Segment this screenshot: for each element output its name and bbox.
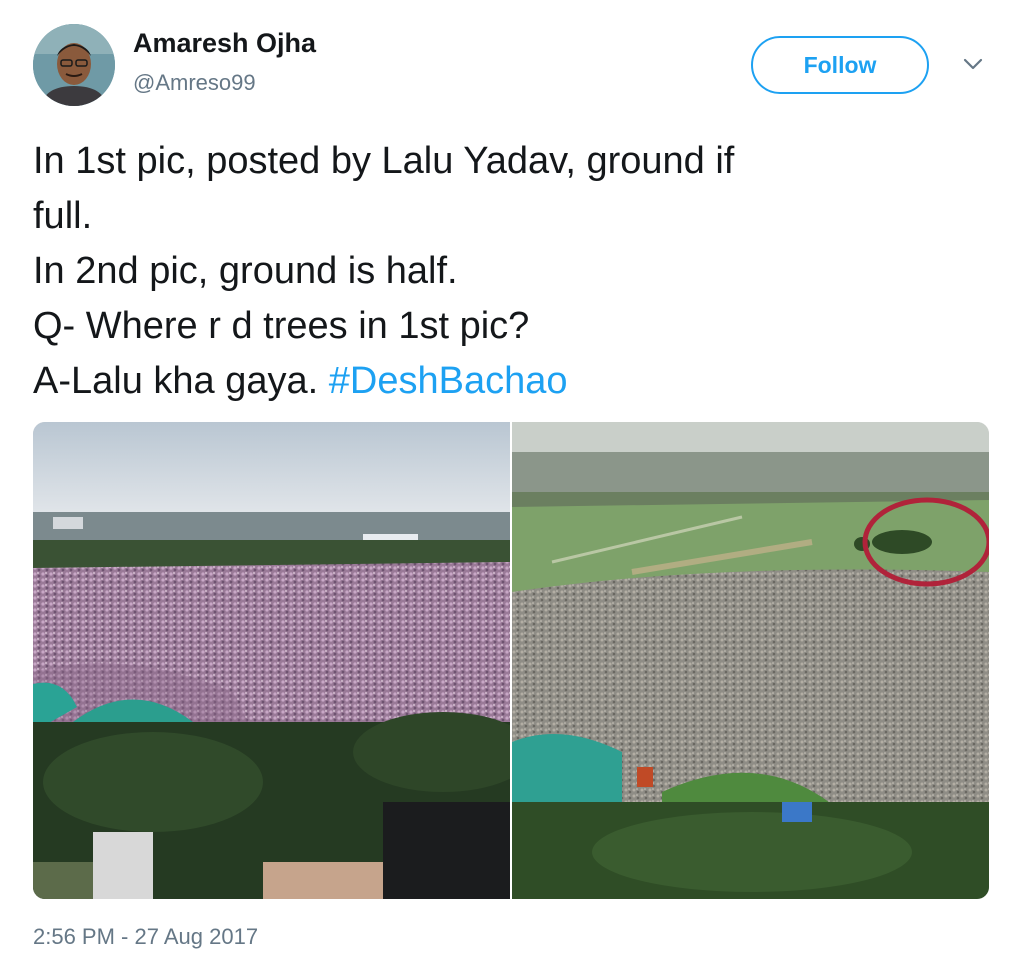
author-handle[interactable]: @Amreso99 bbox=[133, 70, 256, 96]
tweet-line-last: A-Lalu kha gaya. #DeshBachao bbox=[33, 354, 963, 409]
photo-crowd-half[interactable] bbox=[512, 422, 989, 899]
tweet-line: full. bbox=[33, 195, 93, 237]
photo-crowd-full[interactable] bbox=[33, 422, 510, 899]
tweet-card: Amaresh Ojha @Amreso99 Follow In 1st pic… bbox=[0, 0, 1024, 973]
hashtag-link[interactable]: #DeshBachao bbox=[329, 360, 568, 402]
tweet-line: In 1st pic, posted by Lalu Yadav, ground… bbox=[33, 140, 735, 182]
tweet-line: Q- Where r d trees in 1st pic? bbox=[33, 305, 530, 347]
follow-button[interactable]: Follow bbox=[751, 36, 929, 94]
tweet-text: In 1st pic, posted by Lalu Yadav, ground… bbox=[33, 134, 963, 409]
author-name[interactable]: Amaresh Ojha bbox=[133, 28, 316, 59]
tweet-timestamp[interactable]: 2:56 PM - 27 Aug 2017 bbox=[33, 924, 258, 950]
media-grid bbox=[33, 422, 989, 899]
chevron-down-icon[interactable] bbox=[961, 55, 985, 73]
tweet-line-text: A-Lalu kha gaya. bbox=[33, 360, 329, 402]
tweet-line: In 2nd pic, ground is half. bbox=[33, 250, 458, 292]
avatar[interactable] bbox=[33, 24, 115, 106]
avatar-image bbox=[33, 24, 115, 106]
